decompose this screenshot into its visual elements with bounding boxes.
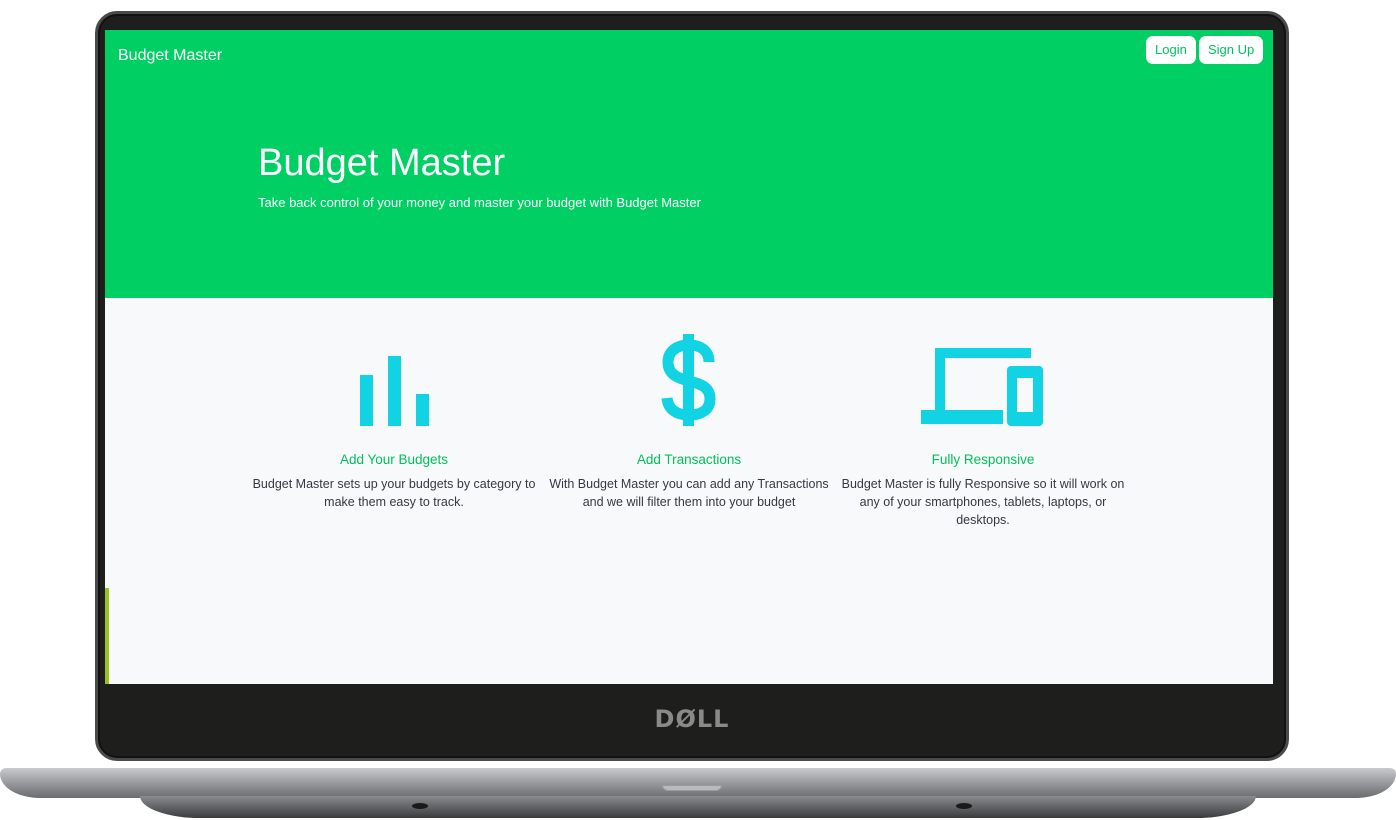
laptop-notch	[662, 785, 722, 791]
hero-section: Budget Master Login Sign Up Budget Maste…	[105, 30, 1273, 298]
laptop-foot-right	[956, 803, 972, 809]
laptop-foot-left	[412, 803, 428, 809]
dollar-sign-icon	[544, 330, 834, 426]
scroll-accent-bar	[105, 588, 109, 684]
login-button[interactable]: Login	[1146, 36, 1196, 64]
hero-title: Budget Master	[258, 142, 506, 184]
feature-title: Fully Responsive	[931, 452, 1035, 467]
laptop-base	[0, 768, 1396, 798]
feature-responsive: Fully Responsive Budget Master is fully …	[838, 330, 1128, 529]
dell-logo: DØLL	[654, 705, 730, 733]
feature-budgets: Add Your Budgets Budget Master sets up y…	[249, 330, 539, 511]
feature-title: Add Transactions	[636, 452, 742, 467]
feature-description: Budget Master sets up your budgets by ca…	[252, 477, 536, 509]
hero-subtitle: Take back control of your money and mast…	[258, 195, 701, 210]
feature-description: With Budget Master you can add any Trans…	[549, 477, 829, 509]
feature-title: Add Your Budgets	[339, 452, 449, 467]
brand-link[interactable]: Budget Master	[118, 47, 222, 65]
laptop-screen: Budget Master Login Sign Up Budget Maste…	[105, 30, 1273, 684]
bar-chart-icon	[249, 330, 539, 426]
devices-icon	[838, 330, 1128, 426]
feature-description: Budget Master is fully Responsive so it …	[841, 477, 1125, 527]
signup-button[interactable]: Sign Up	[1199, 36, 1264, 64]
feature-transactions: Add Transactions With Budget Master you …	[544, 330, 834, 511]
laptop-base-bottom	[140, 796, 1256, 818]
